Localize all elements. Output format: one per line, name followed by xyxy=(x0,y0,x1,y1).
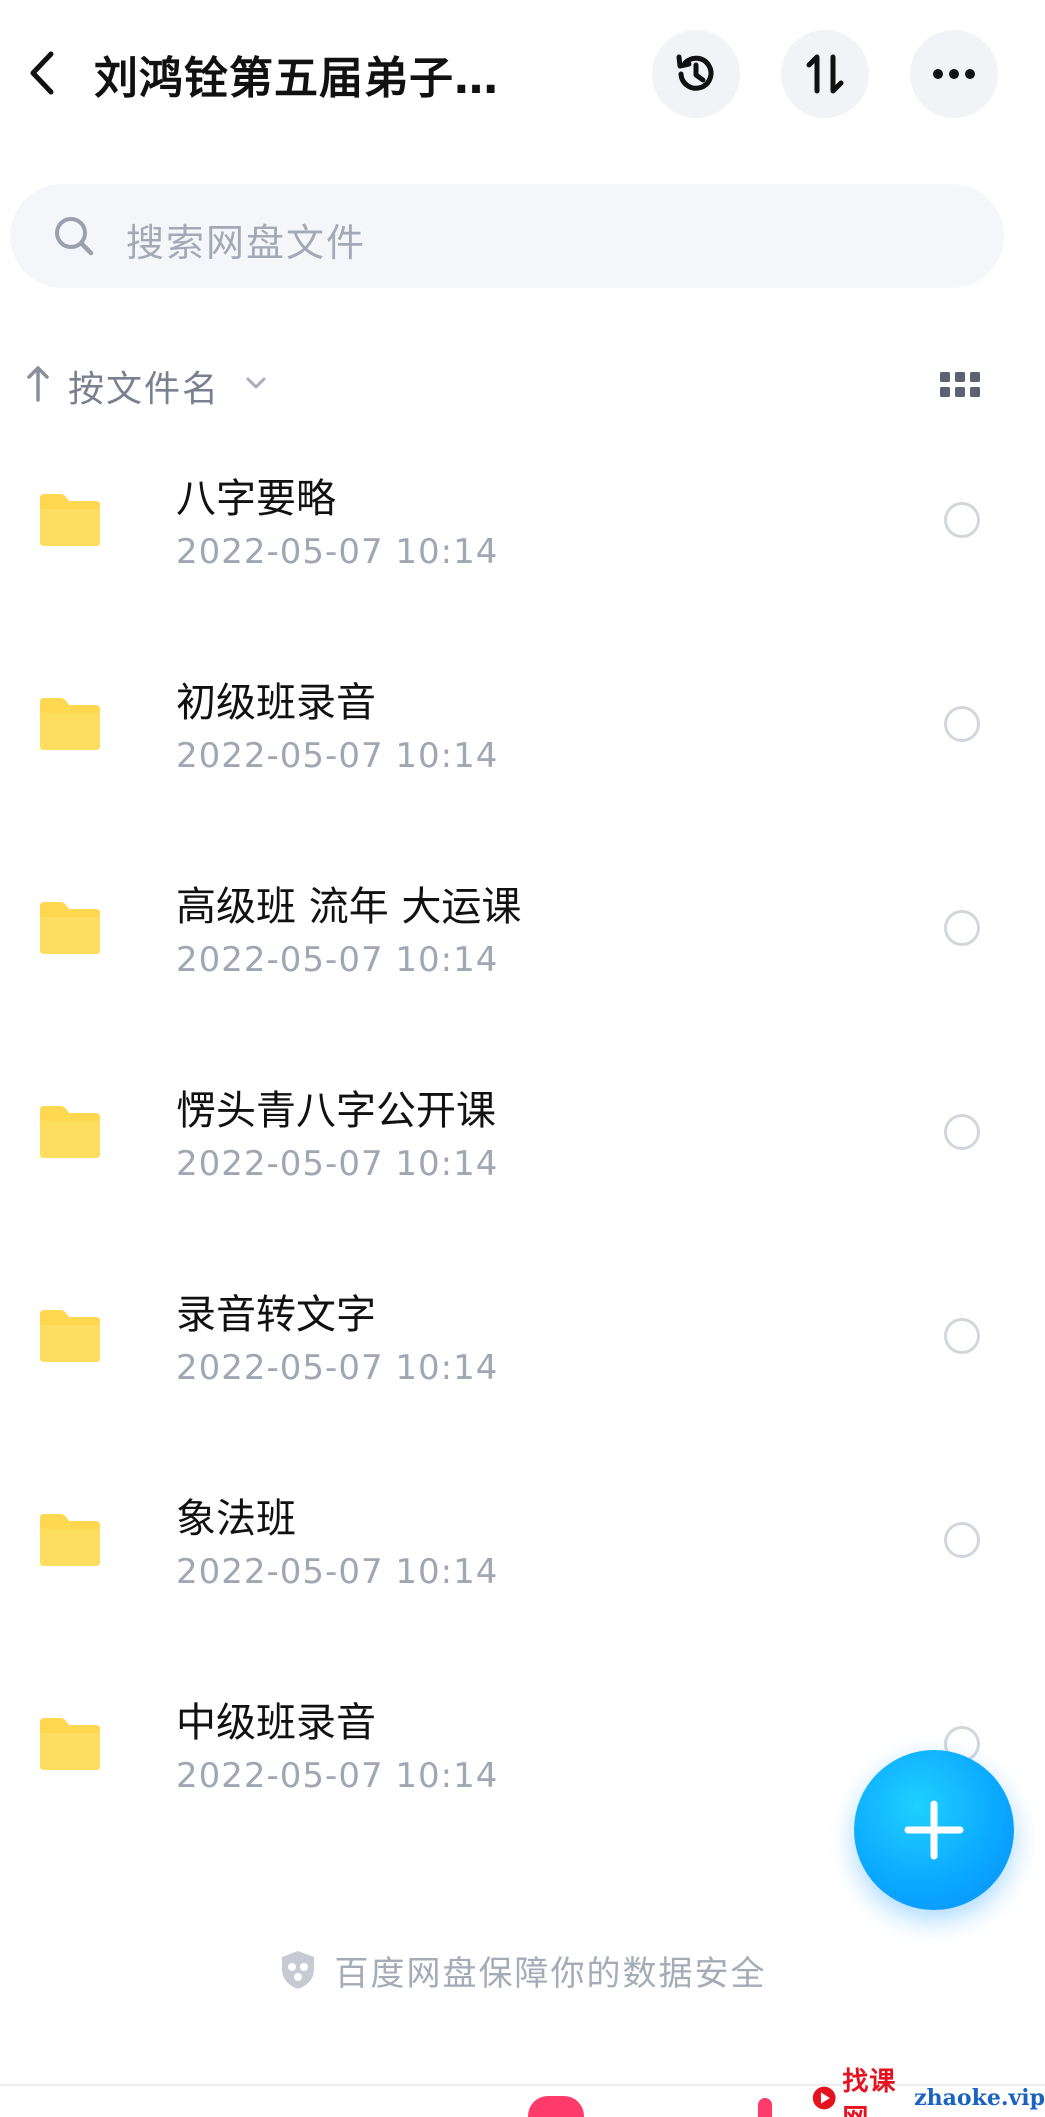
select-radio[interactable] xyxy=(944,502,980,538)
history-button[interactable] xyxy=(652,30,740,118)
file-row[interactable]: 愣头青八字公开课 2022-05-07 10:14 xyxy=(0,1052,1045,1256)
select-radio[interactable] xyxy=(944,910,980,946)
sort-updown-icon xyxy=(806,54,844,94)
select-radio[interactable] xyxy=(944,706,980,742)
search-bar[interactable]: 搜索网盘文件 xyxy=(10,184,1004,288)
folder-icon xyxy=(40,1718,100,1770)
chevron-down-icon[interactable] xyxy=(244,374,268,392)
folder-icon xyxy=(40,1514,100,1566)
folder-icon xyxy=(40,1310,100,1362)
file-date: 2022-05-07 10:14 xyxy=(176,532,499,572)
more-dots-icon xyxy=(933,69,975,79)
file-date: 2022-05-07 10:14 xyxy=(176,736,499,776)
file-name: 录音转文字 xyxy=(176,1292,376,1338)
select-radio[interactable] xyxy=(944,1522,980,1558)
file-name: 高级班 流年 大运课 xyxy=(176,884,522,930)
file-name: 中级班录音 xyxy=(176,1700,376,1746)
select-radio[interactable] xyxy=(944,1114,980,1150)
file-date: 2022-05-07 10:14 xyxy=(176,1552,499,1592)
back-button[interactable] xyxy=(10,36,74,110)
search-icon xyxy=(55,217,94,256)
sort-row: 按文件名 xyxy=(0,350,1045,420)
plus-icon xyxy=(904,1800,964,1860)
arrow-up-icon[interactable] xyxy=(24,364,52,404)
page-title: 刘鸿铨第五届弟子… xyxy=(94,53,499,104)
chevron-left-icon xyxy=(30,51,54,95)
folder-icon xyxy=(40,1106,100,1158)
sort-button[interactable] xyxy=(781,30,869,118)
search-placeholder: 搜索网盘文件 xyxy=(126,221,367,265)
file-row[interactable]: 象法班 2022-05-07 10:14 xyxy=(0,1460,1045,1664)
watermark-en: zhaoke.vip xyxy=(914,2085,1045,2111)
add-button[interactable] xyxy=(854,1750,1014,1910)
folder-icon xyxy=(40,494,100,546)
file-row[interactable]: 录音转文字 2022-05-07 10:14 xyxy=(0,1256,1045,1460)
file-name: 象法班 xyxy=(176,1496,296,1542)
file-date: 2022-05-07 10:14 xyxy=(176,940,499,980)
file-date: 2022-05-07 10:14 xyxy=(176,1348,499,1388)
folder-icon xyxy=(40,902,100,954)
safety-text: 百度网盘保障你的数据安全 xyxy=(334,1953,767,1994)
watermark-cn: 找课网 xyxy=(842,2067,897,2117)
file-name: 八字要略 xyxy=(176,476,336,522)
grid-view-icon[interactable] xyxy=(940,372,980,398)
watermark: 找课网 zhaoke.vip xyxy=(812,2067,1045,2117)
history-clock-icon xyxy=(676,54,714,91)
sort-by-name-label[interactable]: 按文件名 xyxy=(68,360,220,412)
file-name: 愣头青八字公开课 xyxy=(176,1088,496,1134)
safety-note: 百度网盘保障你的数据安全 xyxy=(0,1940,1045,2000)
file-date: 2022-05-07 10:14 xyxy=(176,1756,499,1796)
more-button[interactable] xyxy=(910,30,998,118)
bottom-tab-peek xyxy=(528,2096,584,2117)
shield-icon xyxy=(281,1951,314,1989)
top-bar: 刘鸿铨第五届弟子… xyxy=(0,0,1045,150)
file-date: 2022-05-07 10:14 xyxy=(176,1144,499,1184)
app-root: 刘鸿铨第五届弟子… 搜索网盘文件 按文件名 八字要略 2022-05-07 10… xyxy=(0,0,1045,2117)
file-row[interactable]: 初级班录音 2022-05-07 10:14 xyxy=(0,644,1045,848)
bottom-tab-peek xyxy=(758,2098,772,2117)
file-name: 初级班录音 xyxy=(176,680,376,726)
select-radio[interactable] xyxy=(944,1318,980,1354)
file-row[interactable]: 高级班 流年 大运课 2022-05-07 10:14 xyxy=(0,848,1045,1052)
play-logo-icon xyxy=(812,2086,836,2110)
file-row[interactable]: 八字要略 2022-05-07 10:14 xyxy=(0,440,1045,644)
folder-icon xyxy=(40,698,100,750)
